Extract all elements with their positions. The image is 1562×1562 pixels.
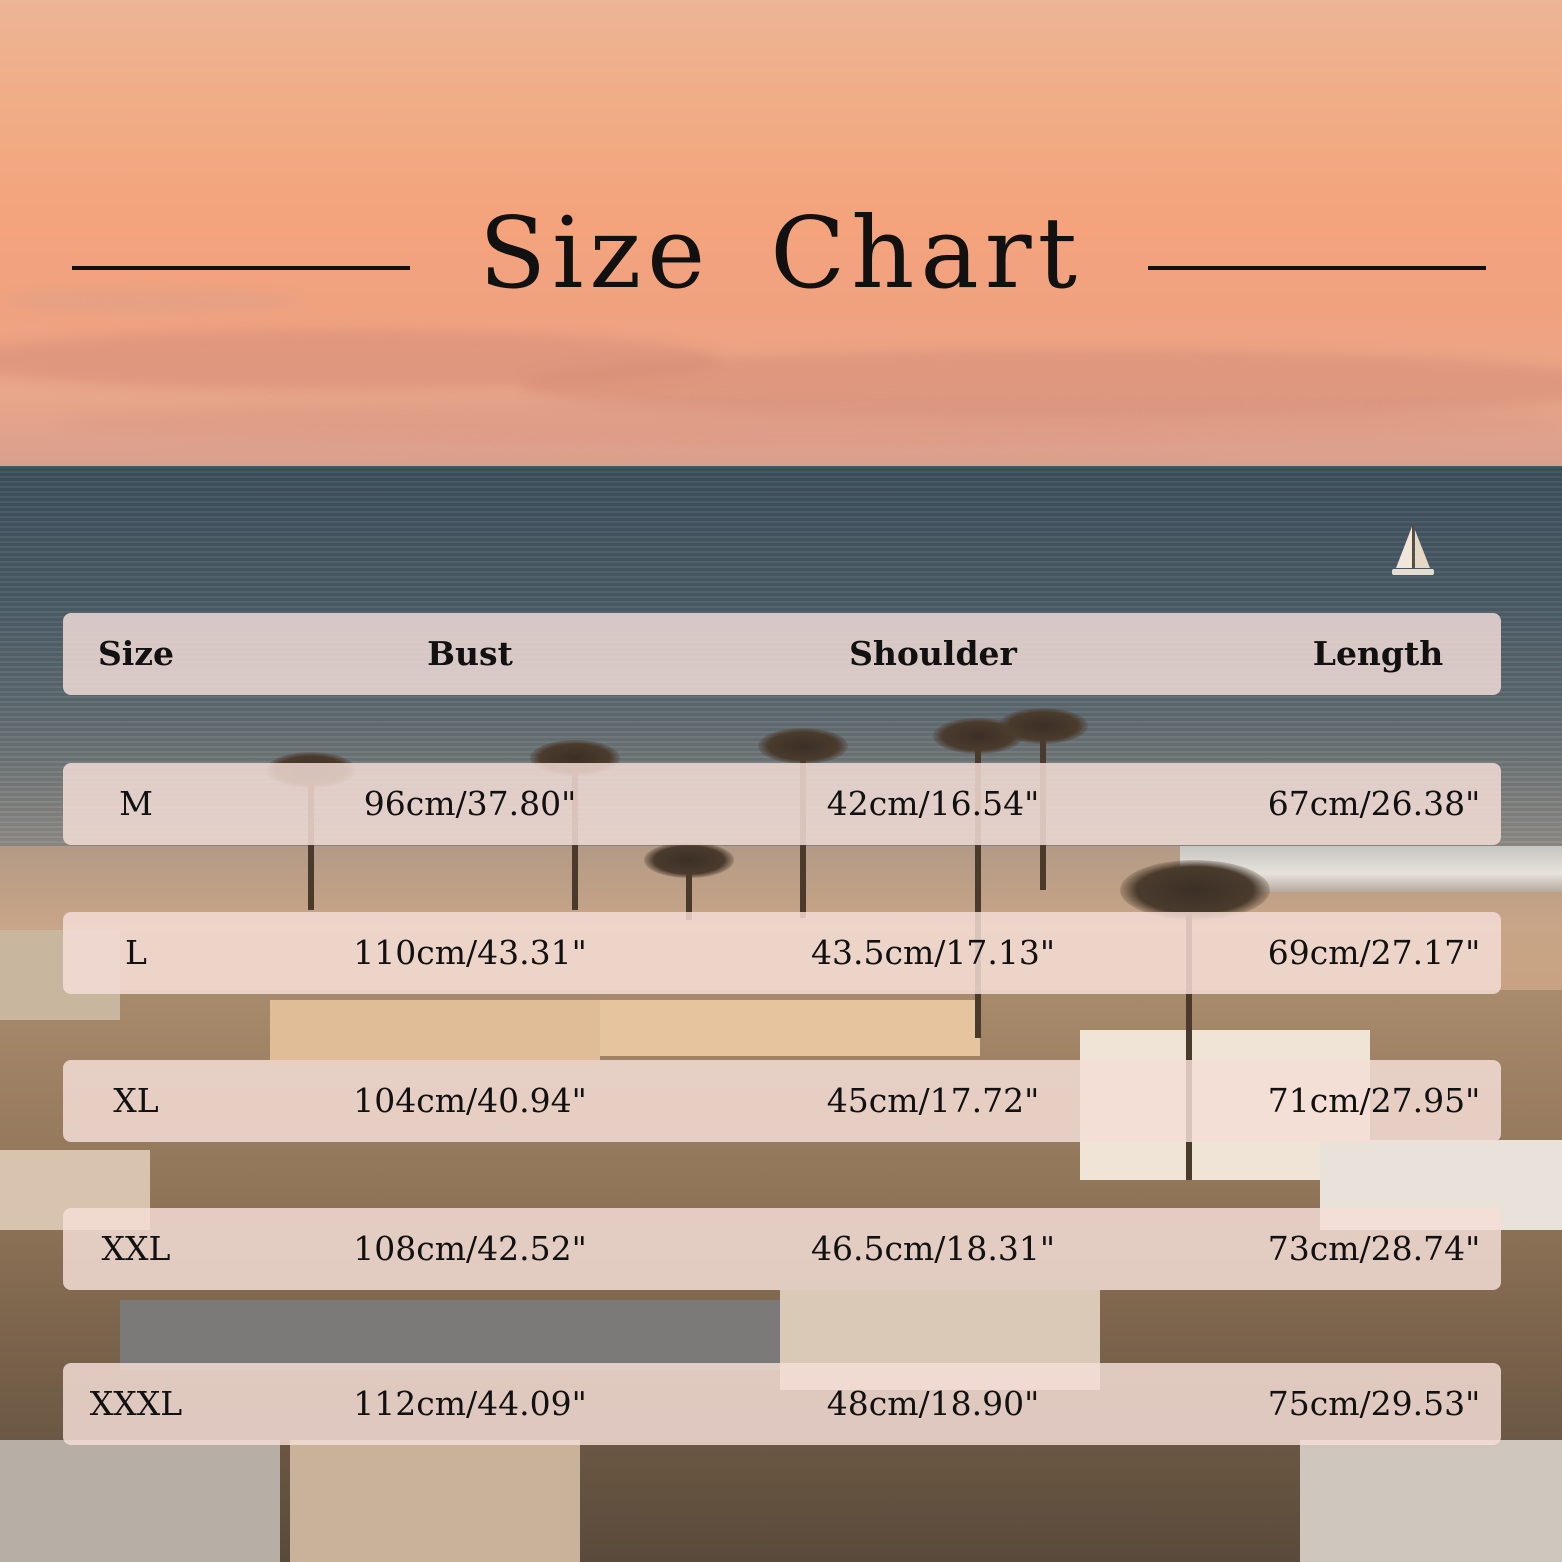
- bust-cell: 104cm/40.94": [353, 1081, 587, 1120]
- size-cell: XL: [113, 1081, 159, 1120]
- table-row: M 96cm/37.80" 42cm/16.54" 67cm/26.38": [63, 763, 1501, 845]
- building: [600, 1000, 980, 1056]
- building: [0, 1440, 280, 1562]
- building: [120, 1300, 780, 1370]
- palm-tree: [758, 728, 848, 764]
- shoulder-cell: 46.5cm/18.31": [810, 1229, 1056, 1268]
- length-cell: 73cm/28.74": [1267, 1229, 1481, 1268]
- bust-cell: 108cm/42.52": [353, 1229, 587, 1268]
- size-cell: XXL: [101, 1229, 171, 1268]
- size-cell: M: [119, 784, 153, 823]
- table-header-row: Size Bust Shoulder Length: [63, 613, 1501, 695]
- length-cell: 75cm/29.53": [1267, 1384, 1481, 1423]
- building: [290, 1440, 580, 1562]
- header-shoulder: Shoulder: [849, 634, 1017, 673]
- palm-tree: [1120, 860, 1270, 920]
- bust-cell: 110cm/43.31": [353, 933, 587, 972]
- shoulder-cell: 45cm/17.72": [826, 1081, 1040, 1120]
- size-cell: L: [125, 933, 147, 972]
- palm-tree: [998, 708, 1088, 744]
- header-bust: Bust: [427, 634, 513, 673]
- table-row: XL 104cm/40.94" 45cm/17.72" 71cm/27.95": [63, 1060, 1501, 1142]
- shoulder-cell: 43.5cm/17.13": [810, 933, 1056, 972]
- table-row: XXL 108cm/42.52" 46.5cm/18.31" 73cm/28.7…: [63, 1208, 1501, 1290]
- building: [1300, 1440, 1562, 1562]
- title-row: Size Chart: [0, 195, 1562, 325]
- header-size: Size: [97, 634, 175, 673]
- bust-cell: 112cm/44.09": [353, 1384, 587, 1423]
- length-cell: 69cm/27.17": [1267, 933, 1481, 972]
- sailboat-icon: [1392, 524, 1434, 575]
- bust-cell: 96cm/37.80": [363, 784, 577, 823]
- palm-tree: [644, 842, 734, 878]
- cloud-band: [60, 400, 1560, 446]
- building: [270, 1000, 600, 1060]
- header-length: Length: [1312, 634, 1444, 673]
- length-cell: 71cm/27.95": [1267, 1081, 1481, 1120]
- table-row: L 110cm/43.31" 43.5cm/17.13" 69cm/27.17": [63, 912, 1501, 994]
- shoulder-cell: 48cm/18.90": [826, 1384, 1040, 1423]
- page-title: Size Chart: [478, 197, 1083, 311]
- title-divider-right: [1148, 266, 1486, 270]
- table-row: XXXL 112cm/44.09" 48cm/18.90" 75cm/29.53…: [63, 1363, 1501, 1445]
- shoulder-cell: 42cm/16.54": [826, 784, 1040, 823]
- length-cell: 67cm/26.38": [1267, 784, 1481, 823]
- size-cell: XXXL: [89, 1384, 183, 1423]
